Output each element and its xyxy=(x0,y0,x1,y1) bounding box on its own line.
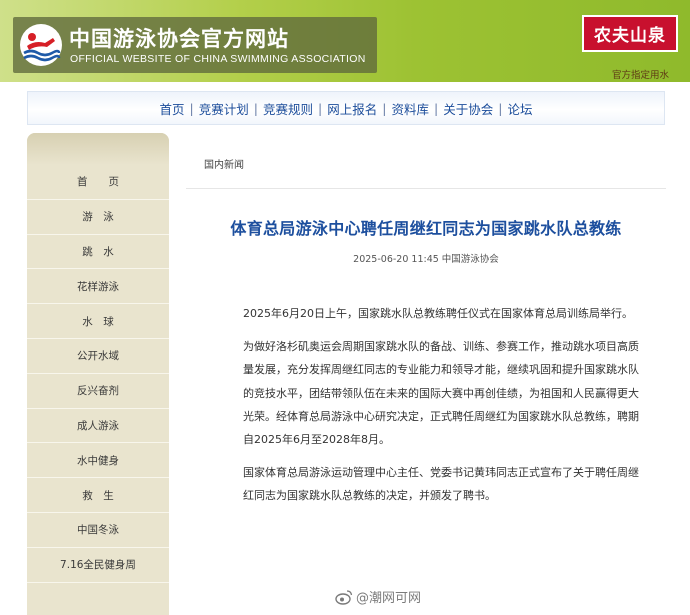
sponsor-logo[interactable]: 农夫山泉 xyxy=(582,15,678,52)
nav-separator: | xyxy=(253,100,258,116)
article-body: 2025年6月20日上午，国家跳水队总教练聘任仪式在国家体育总局训练局举行。 为… xyxy=(243,302,643,518)
nav-separator: | xyxy=(189,100,194,116)
site-subtitle: OFFICIAL WEBSITE OF CHINA SWIMMING ASSOC… xyxy=(70,53,366,65)
watermark: @潮网可网 xyxy=(335,587,421,606)
nav-separator: | xyxy=(318,100,323,116)
article-paragraph: 2025年6月20日上午，国家跳水队总教练聘任仪式在国家体育总局训练局举行。 xyxy=(243,307,633,320)
article-meta: 2025-06-20 11:45 中国游泳协会 xyxy=(353,254,499,265)
article-title: 体育总局游泳中心聘任周继红同志为国家跳水队总教练 xyxy=(230,219,622,238)
sidebar-item-artistic-swimming[interactable]: 花样游泳 xyxy=(27,269,169,305)
sidebar-item-diving[interactable]: 跳 水 xyxy=(27,235,169,270)
sidebar-item-home[interactable]: 首 页 xyxy=(27,165,169,200)
watermark-text: @潮网可网 xyxy=(356,591,422,606)
nav-online-registration[interactable]: 网上报名 xyxy=(327,99,377,118)
sidebar-item-water-polo[interactable]: 水 球 xyxy=(27,304,169,339)
nav-forum[interactable]: 论坛 xyxy=(507,99,532,118)
site-title: 中国游泳协会官方网站 xyxy=(69,26,289,51)
sidebar-item-anti-doping[interactable]: 反兴奋剂 xyxy=(27,374,169,409)
sidebar-item-winter-swimming[interactable]: 中国冬泳 xyxy=(27,513,169,548)
nav-separator: | xyxy=(498,100,503,116)
sidebar-header xyxy=(27,133,169,165)
nav-separator: | xyxy=(433,100,439,116)
weibo-icon xyxy=(335,589,353,605)
site-header: 中国游泳协会官方网站 OFFICIAL WEBSITE OF CHINA SWI… xyxy=(0,0,690,82)
site-logo[interactable]: 中国游泳协会官方网站 OFFICIAL WEBSITE OF CHINA SWI… xyxy=(13,17,377,73)
swimmer-logo-icon xyxy=(20,24,62,66)
nav-separator: | xyxy=(382,100,387,116)
sidebar-item-aqua-fitness[interactable]: 水中健身 xyxy=(27,443,169,479)
sidebar-item-fitness-week[interactable]: 7.16全民健身周 xyxy=(27,548,169,583)
main-nav: 首页 | 竞赛计划 | 竞赛规则 | 网上报名 | 资料库 | 关于协会 | 论… xyxy=(27,91,665,125)
article-paragraph: 为做好洛杉矶奥运会周期国家跳水队的备战、训练、参赛工作，推动跳水项目高质量发展，… xyxy=(243,340,639,447)
sidebar-item-adult-swimming[interactable]: 成人游泳 xyxy=(27,409,169,444)
nav-about[interactable]: 关于协会 xyxy=(443,99,493,118)
sidebar-item-open-water[interactable]: 公开水域 xyxy=(27,339,169,374)
sponsor-name: 农夫山泉 xyxy=(594,26,666,46)
breadcrumb[interactable]: 国内新闻 xyxy=(204,156,244,171)
sponsor-slogan: 官方指定用水 xyxy=(612,70,670,81)
nav-home[interactable]: 首页 xyxy=(160,99,185,118)
sidebar-item-lifesaving[interactable]: 救 生 xyxy=(27,478,169,513)
sidebar: 首 页 游 泳 跳 水 花样游泳 水 球 公开水域 反兴奋剂 成人游泳 水中健身… xyxy=(27,133,169,615)
sidebar-item-swimming[interactable]: 游 泳 xyxy=(27,200,169,235)
nav-database[interactable]: 资料库 xyxy=(391,99,429,118)
nav-competition-plan[interactable]: 竞赛计划 xyxy=(199,99,249,118)
article-paragraph: 国家体育总局游泳运动管理中心主任、党委书记黄玮同志正式宣布了关于聘任周继红同志为… xyxy=(243,466,639,503)
nav-competition-rules[interactable]: 竞赛规则 xyxy=(263,99,313,118)
